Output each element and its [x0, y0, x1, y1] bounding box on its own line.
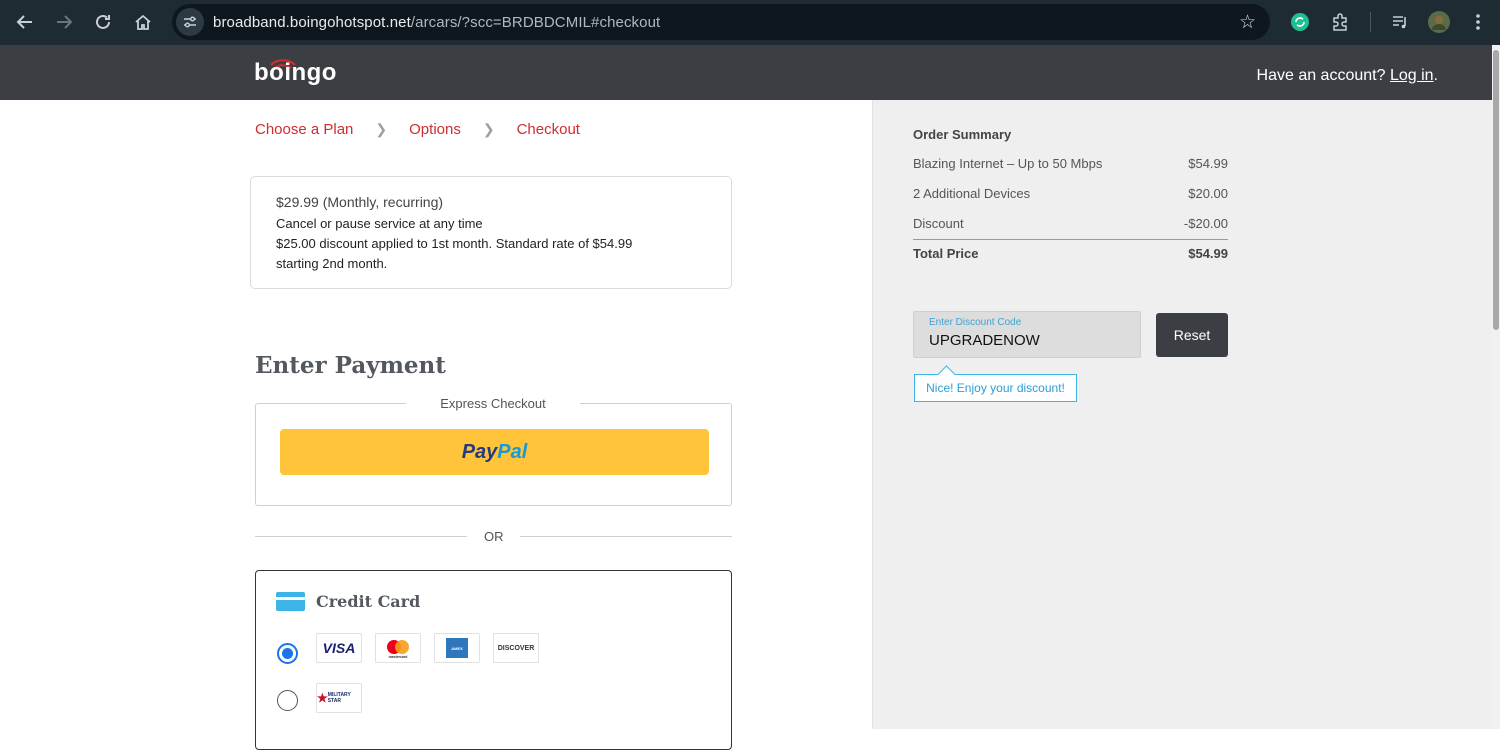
bookmark-star-icon[interactable]: ☆ [1239, 11, 1256, 34]
browser-toolbar: broadband.boingohotspot.net/arcars/?scc=… [0, 0, 1500, 45]
paypal-button[interactable]: Pay Pal [280, 429, 709, 475]
url-host: broadband.boingohotspot.net [213, 13, 411, 31]
paypal-pay-text: Pay [461, 440, 498, 463]
visa-logo: VISA [316, 633, 362, 663]
enter-payment-heading: Enter Payment [255, 352, 446, 379]
chevron-right-icon: ❯ [375, 121, 388, 137]
discount-code-value: UPGRADENOW [929, 332, 1040, 349]
summary-row-label: 2 Additional Devices [913, 186, 1031, 201]
summary-total-row: Total Price $54.99 [913, 246, 1228, 261]
plan-summary-box: $29.99 (Monthly, recurring) Cancel or pa… [250, 176, 732, 289]
login-suffix: . [1433, 67, 1438, 84]
boingo-logo[interactable]: boingo [254, 59, 337, 87]
discover-logo: DISCOVER [493, 633, 539, 663]
login-link[interactable]: Log in [1390, 67, 1434, 84]
plan-cancel-note: Cancel or pause service at any time [276, 216, 483, 231]
site-header: boingo Have an account? Log in. [0, 45, 1492, 100]
address-bar[interactable]: broadband.boingohotspot.net/arcars/?scc=… [172, 4, 1270, 40]
media-icon[interactable] [1386, 8, 1414, 36]
extension-icon[interactable] [1286, 8, 1314, 36]
discount-code-input[interactable]: Enter Discount Code UPGRADENOW [913, 311, 1141, 358]
card-type-radio-military-star[interactable] [277, 690, 298, 711]
reload-icon[interactable] [83, 2, 123, 42]
credit-card-box: Credit Card VISA mastercard AMEX DISCOVE… [255, 570, 732, 750]
page-scrollbar[interactable] [1492, 45, 1500, 729]
plan-rate-note: starting 2nd month. [276, 256, 388, 271]
menu-icon[interactable] [1464, 8, 1492, 36]
puzzle-icon[interactable] [1326, 8, 1354, 36]
card-type-radio-standard[interactable] [277, 643, 298, 664]
url-text: broadband.boingohotspot.net/arcars/?scc=… [213, 14, 660, 31]
or-divider: OR [255, 528, 732, 544]
toolbar-divider [1370, 12, 1371, 32]
summary-row: Blazing Internet – Up to 50 Mbps $54.99 [913, 156, 1228, 171]
summary-row: Discount -$20.00 [913, 216, 1228, 231]
breadcrumb-checkout[interactable]: Checkout [517, 121, 580, 138]
military-star-text: MILITARY STAR [327, 692, 351, 704]
account-prompt: Have an account? Log in. [1257, 67, 1438, 85]
credit-card-title: Credit Card [316, 592, 421, 611]
or-label: OR [484, 529, 504, 544]
breadcrumb-options[interactable]: Options [409, 121, 461, 138]
mastercard-logo: mastercard [375, 633, 421, 663]
profile-avatar[interactable] [1425, 8, 1453, 36]
total-label: Total Price [913, 246, 979, 261]
summary-divider [913, 239, 1228, 240]
express-checkout-box: Express Checkout Pay Pal [255, 396, 732, 506]
order-summary-panel: Order Summary Blazing Internet – Up to 5… [872, 100, 1492, 729]
total-value: $54.99 [1188, 246, 1228, 261]
breadcrumb: Choose a Plan ❯ Options ❯ Checkout [255, 121, 580, 138]
discount-code-label: Enter Discount Code [929, 317, 1022, 328]
paypal-pal-text: Pal [497, 440, 528, 463]
summary-row-value: -$20.00 [1183, 216, 1228, 231]
back-icon[interactable] [5, 2, 45, 42]
credit-card-icon [276, 592, 305, 611]
divider-line [520, 536, 732, 537]
star-icon: ★ [317, 691, 328, 705]
summary-row-value: $20.00 [1188, 186, 1228, 201]
summary-row-label: Blazing Internet – Up to 50 Mbps [913, 156, 1103, 171]
plan-discount-note: $25.00 discount applied to 1st month. St… [276, 236, 633, 251]
account-prompt-text: Have an account? [1256, 67, 1386, 84]
summary-row-label: Discount [913, 216, 964, 231]
amex-logo: AMEX [434, 633, 480, 663]
military-star-logo: ★ MILITARY STAR [316, 683, 362, 713]
chevron-right-icon: ❯ [482, 121, 495, 137]
mastercard-text: mastercard [389, 655, 408, 659]
scrollbar-thumb[interactable] [1493, 50, 1499, 330]
plan-price: $29.99 (Monthly, recurring) [276, 194, 444, 210]
amex-badge: AMEX [446, 638, 468, 658]
site-settings-icon[interactable] [176, 8, 204, 36]
express-checkout-legend: Express Checkout [406, 396, 580, 411]
discover-text: DISCOVER [497, 644, 535, 652]
discount-success-tooltip: Nice! Enjoy your discount! [914, 374, 1077, 402]
summary-row-value: $54.99 [1188, 156, 1228, 171]
forward-icon[interactable] [44, 2, 84, 42]
url-path: /arcars/?scc=BRDBDCMIL#checkout [410, 13, 661, 31]
order-summary-title: Order Summary [913, 127, 1012, 142]
visa-text: VISA [322, 640, 356, 656]
breadcrumb-choose-plan[interactable]: Choose a Plan [255, 121, 353, 138]
home-icon[interactable] [123, 2, 163, 42]
divider-line [255, 536, 467, 537]
reset-button[interactable]: Reset [1156, 313, 1228, 357]
summary-row: 2 Additional Devices $20.00 [913, 186, 1228, 201]
